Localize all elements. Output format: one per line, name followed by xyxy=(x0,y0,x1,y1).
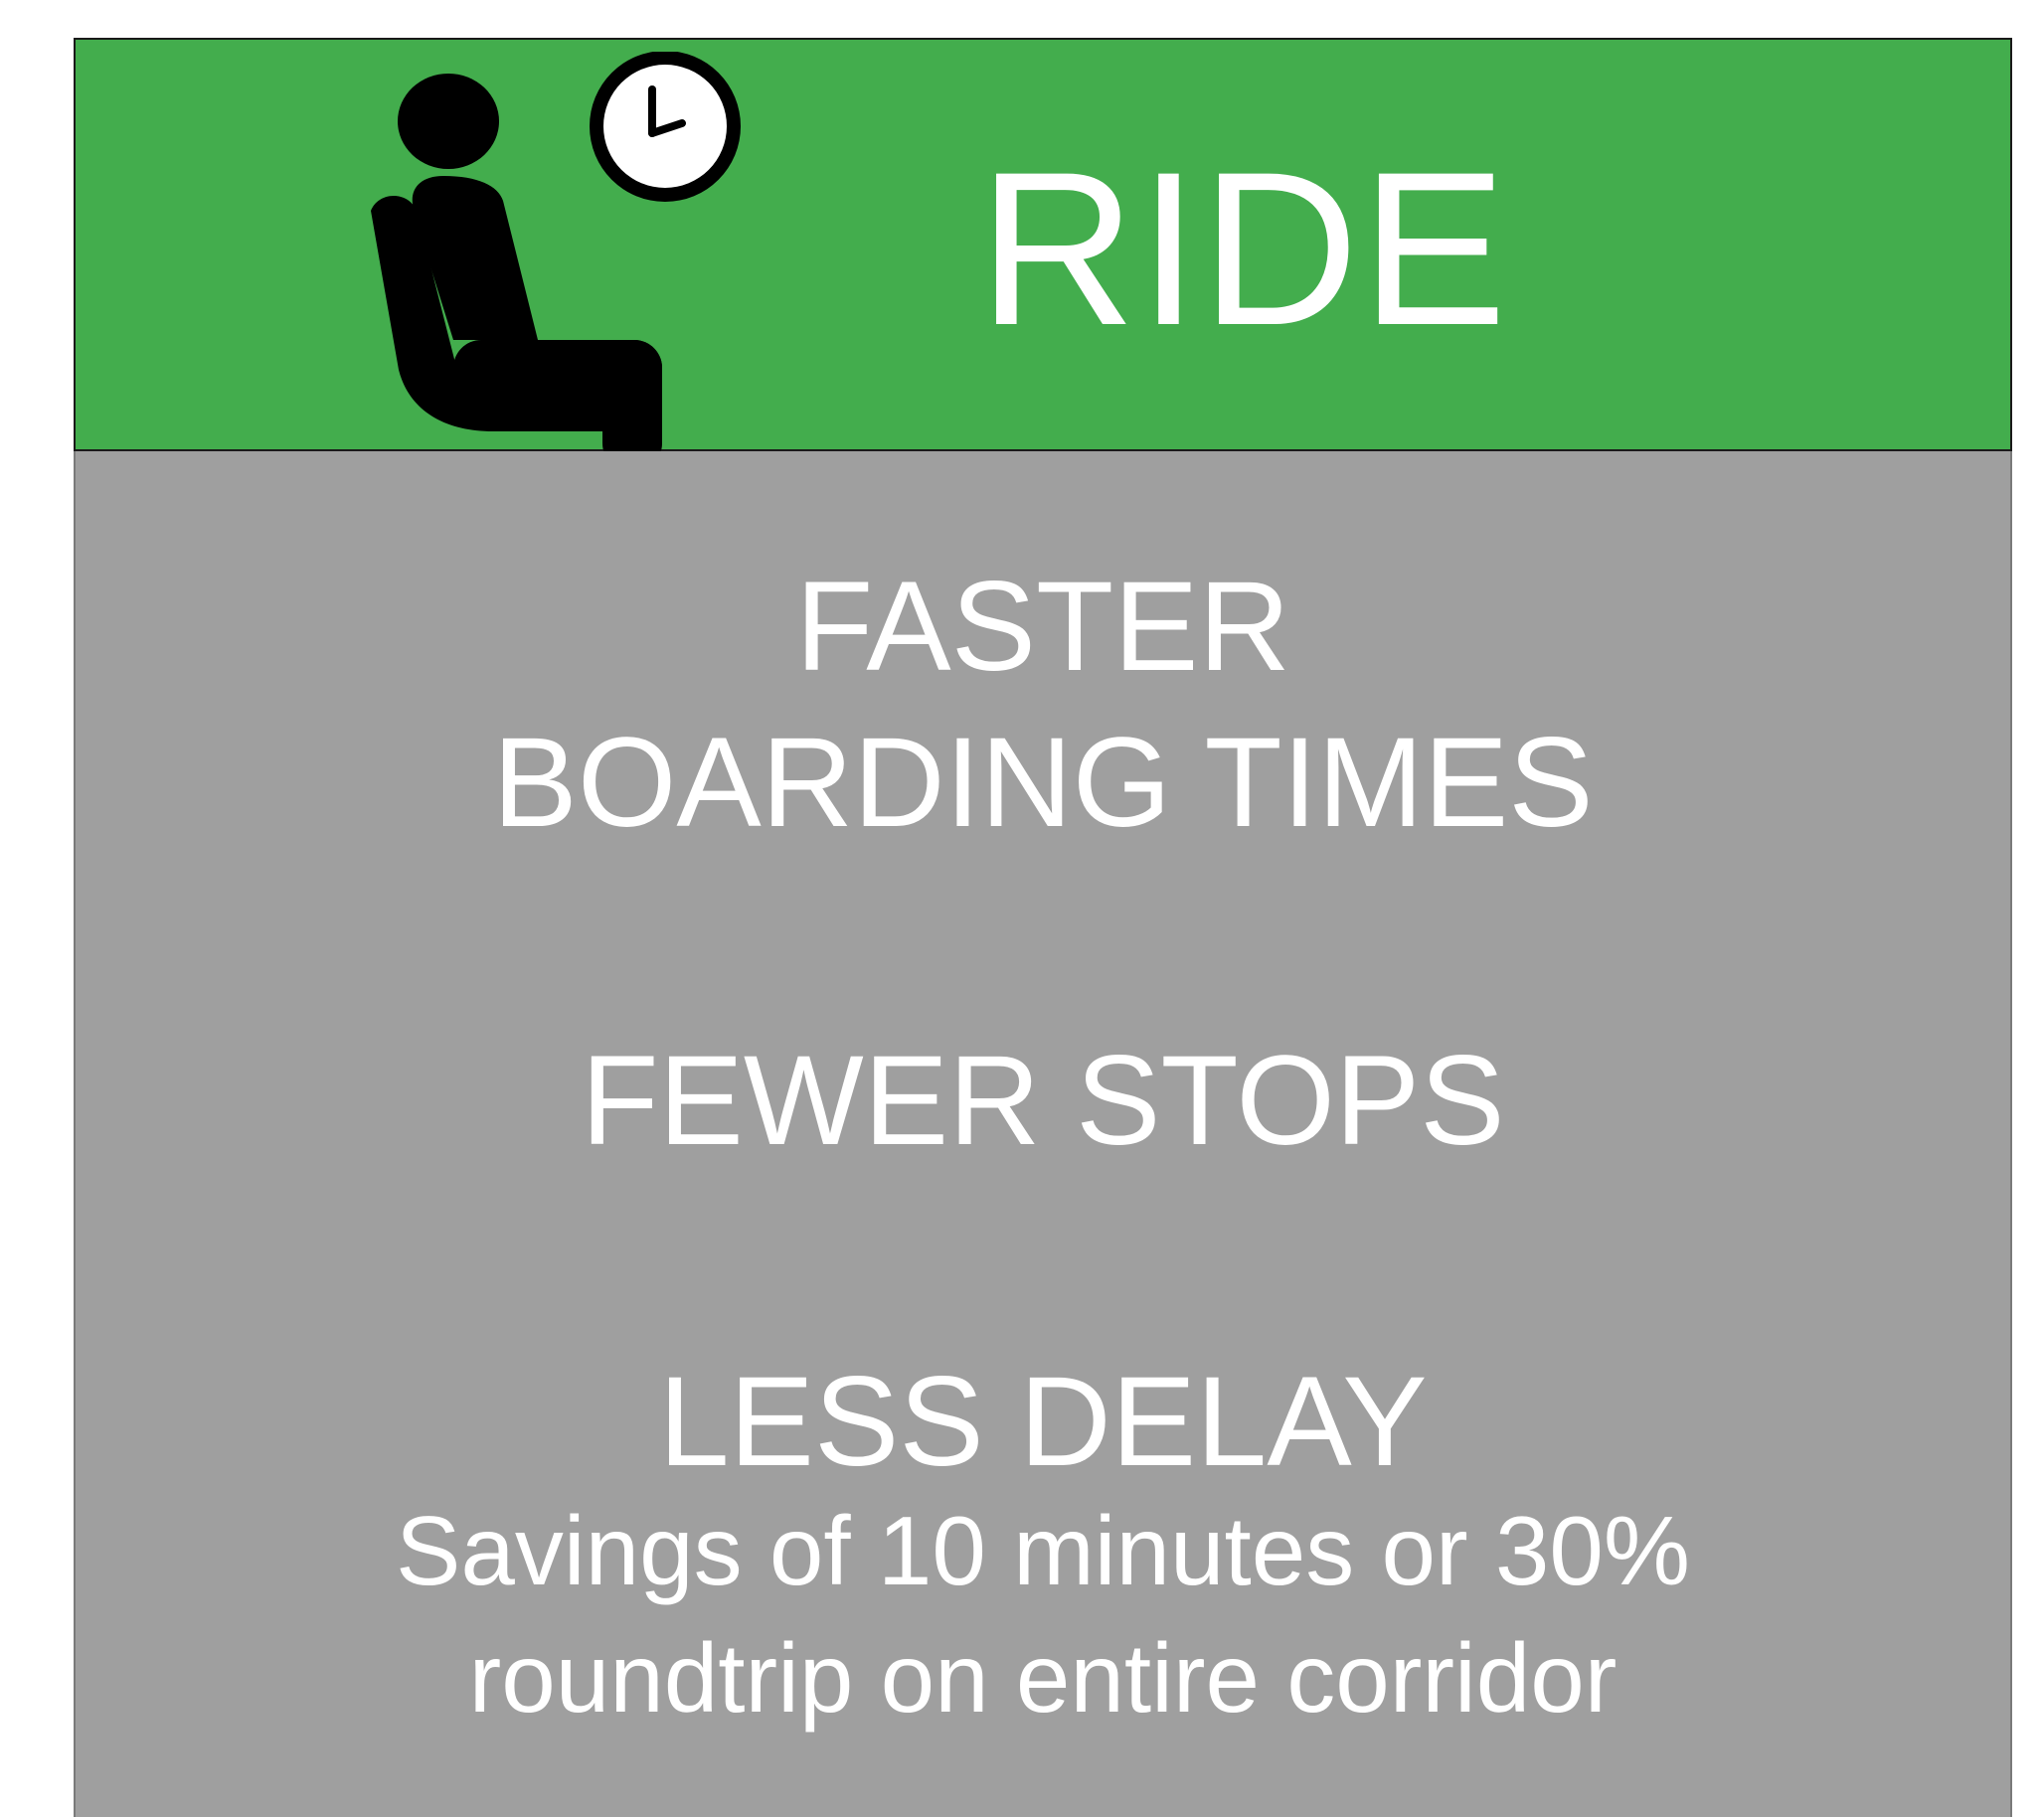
seated-person-icon xyxy=(371,52,741,469)
benefits-panel: FASTER BOARDING TIMES FEWER STOPS LESS D… xyxy=(74,451,2012,1817)
benefit-line-faster: FASTER xyxy=(795,556,1290,698)
savings-line-1: Savings of 10 minutes or 30% xyxy=(396,1496,1690,1605)
benefit-line-fewer-stops: FEWER STOPS xyxy=(581,1030,1505,1172)
ride-header: RIDE xyxy=(74,38,2012,469)
page-title: RIDE xyxy=(978,126,1509,371)
clock-icon xyxy=(590,52,741,202)
benefit-line-less-delay: LESS DELAY xyxy=(658,1351,1428,1493)
benefit-line-boarding-times: BOARDING TIMES xyxy=(492,712,1594,854)
savings-line-2: roundtrip on entire corridor xyxy=(468,1623,1618,1733)
